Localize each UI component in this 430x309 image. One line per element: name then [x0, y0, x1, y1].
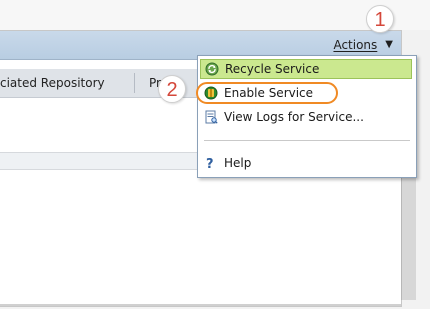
view-logs-icon — [204, 110, 218, 124]
menu-item-recycle-service[interactable]: Recycle Service — [200, 59, 412, 79]
screen: Actions ▼ ciated Repository Pr Recycle S… — [0, 0, 430, 309]
callout-1: 1 — [366, 5, 394, 33]
recycle-icon — [205, 62, 219, 76]
menu-item-label: Help — [224, 156, 252, 170]
column-associated-repository[interactable]: ciated Repository — [0, 76, 150, 90]
bottom-divider — [0, 304, 401, 306]
menu-separator — [204, 140, 410, 141]
svg-text:?: ? — [206, 157, 214, 170]
column-divider — [134, 73, 135, 93]
help-icon: ? — [204, 156, 218, 172]
actions-dropdown-menu: Recycle Service Enable Service View Logs… — [197, 55, 417, 178]
menu-item-label: Recycle Service — [225, 62, 320, 76]
menu-item-label: View Logs for Service... — [224, 110, 364, 124]
callout-2: 2 — [158, 75, 186, 103]
actions-menu-button[interactable]: Actions ▼ — [333, 37, 393, 53]
enable-service-highlight-oval — [196, 82, 338, 104]
menu-item-help[interactable]: ? Help — [200, 153, 412, 173]
menu-item-view-logs[interactable]: View Logs for Service... — [200, 107, 412, 127]
chevron-down-icon: ▼ — [385, 39, 393, 50]
actions-label: Actions — [333, 38, 378, 52]
